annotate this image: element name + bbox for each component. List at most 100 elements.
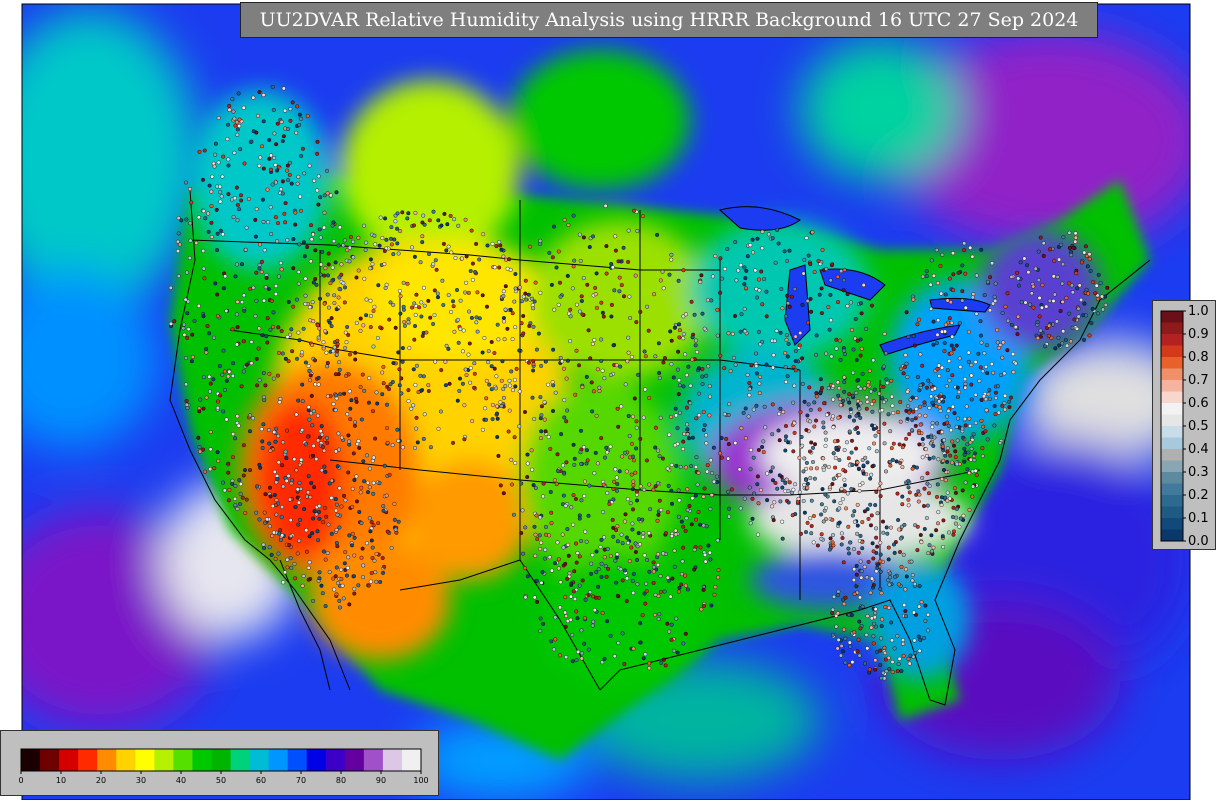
station-dot xyxy=(828,536,833,541)
station-dot xyxy=(583,597,588,602)
station-dot xyxy=(233,503,238,508)
station-dot xyxy=(558,355,563,360)
station-dot xyxy=(800,381,805,386)
station-dot xyxy=(411,403,416,408)
station-dot xyxy=(204,347,209,352)
station-dot xyxy=(393,219,398,224)
station-dot xyxy=(342,238,347,243)
station-dot xyxy=(656,617,661,622)
station-dot xyxy=(998,441,1003,446)
station-dot xyxy=(631,646,636,651)
station-dot xyxy=(797,343,802,348)
station-dot xyxy=(232,196,237,201)
station-dot xyxy=(712,592,717,597)
station-dot xyxy=(988,275,993,280)
station-dot xyxy=(241,293,246,298)
station-dot xyxy=(821,420,826,425)
station-dot xyxy=(755,236,760,241)
station-dot xyxy=(845,491,850,496)
station-dot xyxy=(1070,325,1075,330)
station-dot xyxy=(864,632,869,637)
station-dot xyxy=(276,434,281,439)
station-dot xyxy=(198,449,203,454)
station-dot xyxy=(470,261,475,266)
station-dot xyxy=(280,463,285,468)
station-dot xyxy=(519,299,524,304)
station-dot xyxy=(227,487,232,492)
station-dot xyxy=(745,254,750,259)
station-dot xyxy=(918,352,923,357)
station-dot xyxy=(288,497,293,502)
station-dot xyxy=(388,300,393,305)
station-dot xyxy=(192,318,197,323)
station-dot xyxy=(567,571,572,576)
station-dot xyxy=(993,396,998,401)
increment-colorbar-segment xyxy=(1161,403,1183,415)
station-dot xyxy=(316,335,321,340)
station-dot xyxy=(938,408,943,413)
station-dot xyxy=(856,637,861,642)
station-dot xyxy=(563,624,568,629)
station-dot xyxy=(692,312,697,317)
station-dot xyxy=(742,307,747,312)
station-dot xyxy=(535,599,540,604)
station-dot xyxy=(190,332,195,337)
rh-colorbar-segment xyxy=(363,749,384,771)
station-dot xyxy=(420,240,425,245)
station-dot xyxy=(846,397,851,402)
station-dot xyxy=(761,450,766,455)
station-dot xyxy=(852,567,857,572)
station-dot xyxy=(780,306,785,311)
station-dot xyxy=(742,496,747,501)
station-dot xyxy=(933,398,938,403)
station-dot xyxy=(231,214,236,219)
station-dot xyxy=(495,435,500,440)
station-dot xyxy=(1103,302,1108,307)
station-dot xyxy=(662,589,667,594)
station-dot xyxy=(870,303,875,308)
station-dot xyxy=(364,313,369,318)
station-dot xyxy=(213,281,218,286)
station-dot xyxy=(279,515,284,520)
station-dot xyxy=(821,519,826,524)
station-dot xyxy=(1017,283,1022,288)
station-dot xyxy=(385,529,390,534)
station-dot xyxy=(309,223,314,228)
station-dot xyxy=(269,298,274,303)
station-dot xyxy=(953,449,958,454)
station-dot xyxy=(638,640,643,645)
station-dot xyxy=(399,376,404,381)
station-dot xyxy=(665,575,670,580)
station-dot xyxy=(216,160,221,165)
station-dot xyxy=(683,528,688,533)
station-dot xyxy=(995,328,1000,333)
station-dot xyxy=(369,538,374,543)
station-dot xyxy=(253,314,258,319)
station-dot xyxy=(865,646,870,651)
rh-analysis-map xyxy=(21,3,1191,800)
station-dot xyxy=(370,556,375,561)
station-dot xyxy=(757,381,762,386)
station-dot xyxy=(647,666,652,671)
station-dot xyxy=(230,478,235,483)
station-dot xyxy=(942,438,947,443)
station-dot xyxy=(744,286,749,291)
station-dot xyxy=(800,443,805,448)
station-dot xyxy=(247,429,252,434)
station-dot xyxy=(643,652,648,657)
station-dot xyxy=(585,282,590,287)
station-dot xyxy=(972,458,977,463)
station-dot xyxy=(587,244,592,249)
station-dot xyxy=(789,294,794,299)
station-dot xyxy=(967,507,972,512)
station-dot xyxy=(452,217,457,222)
station-dot xyxy=(748,243,753,248)
station-dot xyxy=(1044,304,1049,309)
station-dot xyxy=(943,478,948,483)
station-dot xyxy=(849,328,854,333)
station-dot xyxy=(611,534,616,539)
station-dot xyxy=(526,360,531,365)
station-dot xyxy=(882,421,887,426)
station-dot xyxy=(891,441,896,446)
station-dot xyxy=(907,432,912,437)
